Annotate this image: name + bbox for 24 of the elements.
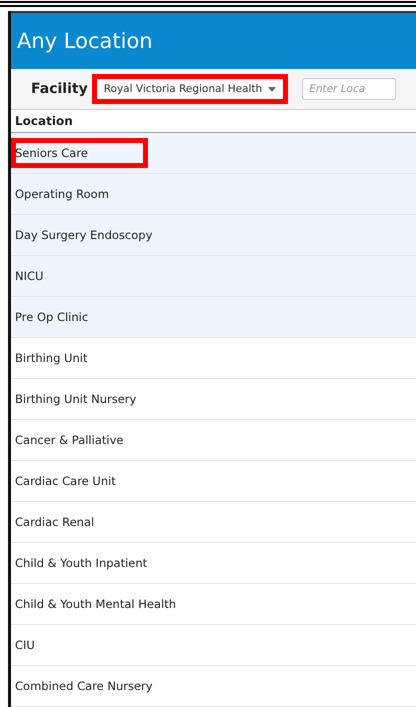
location-cell-text: Child & Youth Mental Health xyxy=(14,596,178,613)
location-cell-text: Day Surgery Endoscopy xyxy=(14,227,154,244)
location-row[interactable]: Seniors Care xyxy=(11,133,416,174)
location-cell-text: CIU xyxy=(14,637,36,654)
location-cell-text: Combined Care Nursery xyxy=(14,678,154,695)
location-row[interactable]: Pre Op Clinic xyxy=(11,297,416,338)
location-row[interactable]: Day Surgery Endoscopy xyxy=(11,215,416,256)
facility-label: Facility xyxy=(31,81,88,97)
location-cell-text: Birthing Unit Nursery xyxy=(14,391,138,408)
location-cell: Seniors Care xyxy=(11,138,148,168)
window-title: Any Location xyxy=(17,29,153,53)
caret-icon xyxy=(268,86,276,92)
location-cell-text: Operating Room xyxy=(14,186,110,203)
location-row[interactable]: Operating Room xyxy=(11,174,416,215)
location-cell-text: Cardiac Renal xyxy=(14,514,96,531)
location-cell-text: Cardiac Care Unit xyxy=(14,473,117,490)
location-cell-text: NICU xyxy=(14,268,44,285)
location-row[interactable]: NICU xyxy=(11,256,416,297)
location-cell-text: Child & Youth Inpatient xyxy=(14,555,148,572)
location-cell-text: Pre Op Clinic xyxy=(14,309,90,326)
location-search-field[interactable]: Enter Loca xyxy=(302,78,396,100)
location-cell-text: Cancer & Palliative xyxy=(14,432,124,449)
location-cell-text: Birthing Unit xyxy=(14,350,88,367)
facility-dropdown[interactable]: Royal Victoria Regional Health xyxy=(98,80,282,98)
